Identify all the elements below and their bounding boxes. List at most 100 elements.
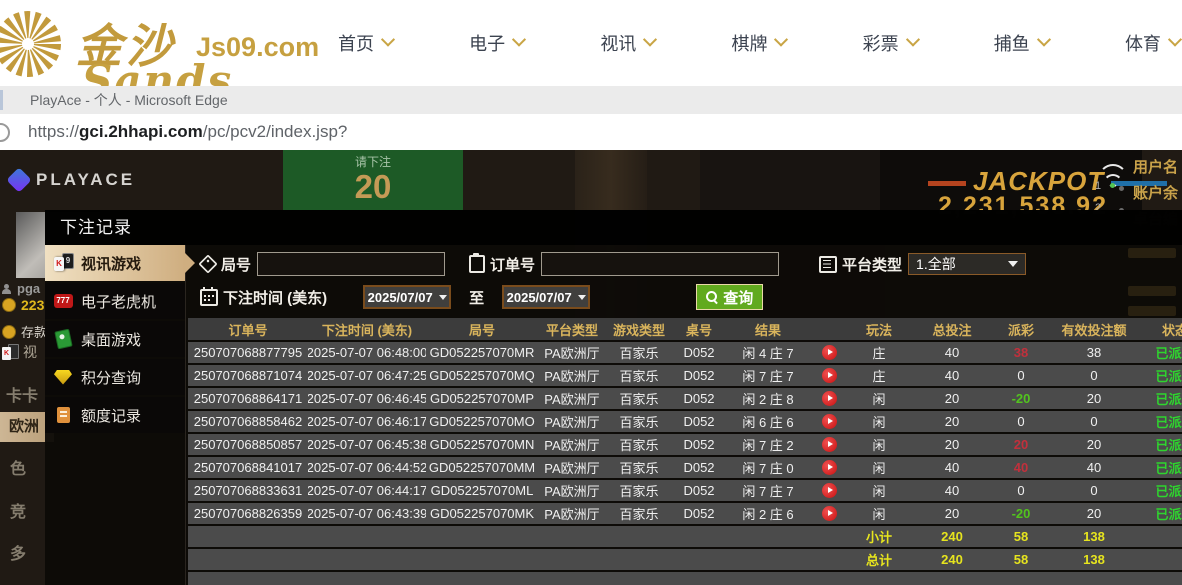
window-title: PlayAce - 个人 - Microsoft Edge xyxy=(30,92,228,108)
table-body: 250707068877795 2025-07-07 06:48:00 GD05… xyxy=(188,342,1182,524)
sidebar-item-live-games[interactable]: 视讯游戏 xyxy=(45,245,195,281)
cards-icon: K xyxy=(2,343,19,361)
calendar-icon xyxy=(200,286,218,306)
dropdown-arrow-icon xyxy=(438,294,447,300)
platform-label: 平台类型 xyxy=(842,256,903,274)
search-button[interactable]: 查询 xyxy=(696,284,764,310)
table-row: 250707068833631 2025-07-07 06:44:17 GD05… xyxy=(188,480,1182,501)
bet-records-modal: 下注记录 视讯游戏 电子老虎机 桌面游戏 积分查询 xyxy=(45,210,1182,585)
dropdown-arrow-icon xyxy=(1008,261,1019,267)
url-text[interactable]: https://gci.2hhapi.com/pc/pcv2/index.jsp… xyxy=(28,114,347,149)
chevron-down-icon xyxy=(643,32,658,47)
deposit-button[interactable]: 存款 xyxy=(2,322,47,341)
filter-row-2: 下注时间 (美东) 2025/07/07 至 2025/07/07 查询 xyxy=(200,284,764,310)
menu-item-duo: 多 xyxy=(10,546,27,563)
sidebar-item-table-games[interactable]: 桌面游戏 xyxy=(45,321,185,357)
table-header-row: 订单号 下注时间 (美东) 局号 平台类型 游戏类型 桌号 结果 玩法 总投注 … xyxy=(188,318,1182,340)
sidebar-item-points[interactable]: 积分查询 xyxy=(45,359,185,395)
page-info-icon[interactable] xyxy=(0,123,10,142)
user-row: pga xyxy=(2,281,40,296)
order-input[interactable] xyxy=(541,252,780,276)
sidebar-item-credit-records[interactable]: 额度记录 xyxy=(45,397,185,433)
table-row: 250707068850857 2025-07-07 06:45:38 GD05… xyxy=(188,434,1182,455)
money-icon xyxy=(2,298,16,312)
sands-sunburst-icon xyxy=(0,11,61,77)
date-from-picker[interactable]: 2025/07/07 xyxy=(363,285,452,309)
document-icon xyxy=(52,407,74,423)
search-icon xyxy=(706,290,719,304)
menu-item-jing: 竞 xyxy=(10,504,27,521)
nav-item-sports[interactable]: 体育 xyxy=(1125,30,1182,56)
table-row: 250707068864171 2025-07-07 06:46:45 GD05… xyxy=(188,388,1182,409)
subtotal-row: 小计 240 58 138 xyxy=(188,526,1182,547)
empty-row xyxy=(188,572,1182,585)
gem-icon xyxy=(52,369,74,385)
round-input[interactable] xyxy=(257,252,446,276)
table-row: 250707068826359 2025-07-07 06:43:39 GD05… xyxy=(188,503,1182,524)
bet-time-label: 下注时间 (美东) xyxy=(223,289,328,307)
nav-item-board[interactable]: 棋牌 xyxy=(731,30,789,56)
play-video-icon[interactable] xyxy=(821,391,837,406)
person-icon xyxy=(2,283,12,294)
bet-banner-amount: 20 xyxy=(354,168,392,205)
dropdown-arrow-icon xyxy=(577,294,586,300)
table-row: 250707068871074 2025-07-07 06:47:25 GD05… xyxy=(188,365,1182,386)
modal-sidebar: 视讯游戏 电子老虎机 桌面游戏 积分查询 额度记录 xyxy=(45,245,195,585)
nav-item-lottery[interactable]: 彩票 xyxy=(863,30,920,56)
balance-row: 223. xyxy=(2,297,48,313)
address-bar[interactable]: https://gci.2hhapi.com/pc/pcv2/index.jsp… xyxy=(0,114,1182,151)
tag-icon xyxy=(198,254,218,274)
slot-machine-icon xyxy=(52,294,74,308)
date-to-picker[interactable]: 2025/07/07 xyxy=(502,285,591,309)
logo-script: Sands xyxy=(82,56,234,86)
page: 金沙 Js09.com Sands 首页 电子 视讯 棋牌 彩票 捕鱼 体育 P… xyxy=(0,0,1182,585)
bet-records-table: 订单号 下注时间 (美东) 局号 平台类型 游戏类型 桌号 结果 玩法 总投注 … xyxy=(188,318,1182,585)
play-video-icon[interactable] xyxy=(821,506,837,521)
play-video-icon[interactable] xyxy=(821,368,837,383)
modal-content: 局号 订单号 平台类型 1.全部 下注时间 (美东) 2025/07/07 至 … xyxy=(186,245,1182,585)
round-label: 局号 xyxy=(221,256,252,274)
video-menu-row: K 视 xyxy=(2,343,37,361)
menu-item-kaka: 卡卡 xyxy=(6,388,39,405)
connection-status-dot xyxy=(1110,183,1115,188)
nav-item-live[interactable]: 视讯 xyxy=(600,30,658,56)
platform-list-icon xyxy=(819,255,838,273)
chevron-down-icon xyxy=(512,32,527,47)
coin-icon xyxy=(2,324,16,339)
nav-item-fishing[interactable]: 捕鱼 xyxy=(994,30,1051,56)
chevron-down-icon xyxy=(774,32,789,47)
platform-select[interactable]: 1.全部 xyxy=(908,253,1027,275)
account-username-label: 用户名 xyxy=(1133,159,1179,176)
order-label: 订单号 xyxy=(490,256,536,274)
title-bar-accent xyxy=(0,90,3,110)
playing-cards-icon xyxy=(52,253,74,273)
play-video-icon[interactable] xyxy=(821,483,837,498)
playace-icon xyxy=(6,167,32,193)
clipboard-icon xyxy=(469,253,486,273)
table-row: 250707068877795 2025-07-07 06:48:00 GD05… xyxy=(188,342,1182,363)
table-row: 250707068841017 2025-07-07 06:44:52 GD05… xyxy=(188,457,1182,478)
filter-row-1: 局号 订单号 平台类型 1.全部 xyxy=(198,252,1027,276)
bet-banner: 请下注 20 xyxy=(283,150,463,210)
nav-item-home[interactable]: 首页 xyxy=(338,30,396,56)
seat-number: 1 xyxy=(1095,180,1102,192)
play-video-icon[interactable] xyxy=(821,437,837,452)
table-games-icon xyxy=(52,328,74,350)
grandtotal-row: 总计 240 58 138 xyxy=(188,549,1182,570)
seat-dot xyxy=(1119,186,1124,191)
table-row: 250707068858462 2025-07-07 06:46:17 GD05… xyxy=(188,411,1182,432)
play-video-icon[interactable] xyxy=(821,345,837,360)
chevron-down-icon xyxy=(905,32,920,47)
wifi-icon xyxy=(1098,160,1128,186)
main-nav: 首页 电子 视讯 棋牌 彩票 捕鱼 体育 xyxy=(338,0,1182,86)
modal-title: 下注记录 xyxy=(45,210,1182,245)
play-video-icon[interactable] xyxy=(821,460,837,475)
chevron-down-icon xyxy=(380,32,396,47)
play-video-icon[interactable] xyxy=(821,414,837,429)
chevron-down-icon xyxy=(1167,32,1182,47)
sidebar-item-slots[interactable]: 电子老虎机 xyxy=(45,283,185,319)
account-balance-label: 账户余 xyxy=(1133,185,1179,202)
date-to-label: 至 xyxy=(469,289,485,307)
chevron-down-icon xyxy=(1036,32,1051,47)
nav-item-slots[interactable]: 电子 xyxy=(469,30,527,56)
